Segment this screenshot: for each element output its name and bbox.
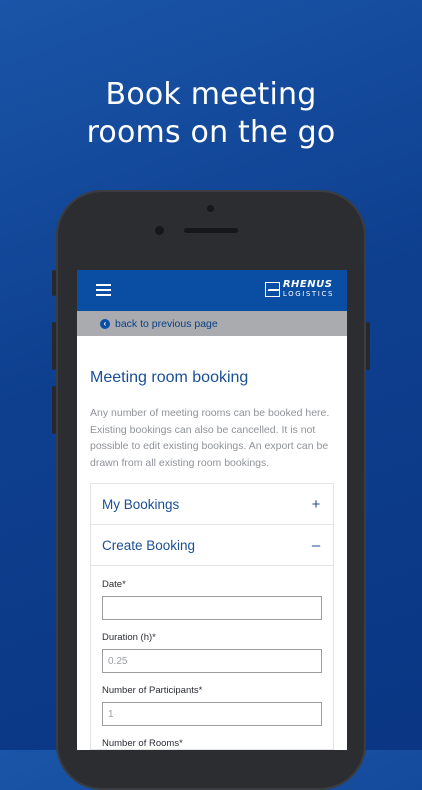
- date-label: Date*: [102, 579, 126, 590]
- accordion-label: My Bookings: [102, 496, 180, 512]
- rooms-label: Number of Rooms*: [102, 738, 183, 749]
- hamburger-icon[interactable]: [96, 284, 111, 296]
- page-title: Meeting room booking: [90, 369, 249, 386]
- booking-accordion: My Bookings + Create Booking – Date* Dur…: [90, 483, 334, 750]
- accordion-label: Create Booking: [102, 537, 196, 553]
- logo-mark-icon: [264, 281, 280, 297]
- duration-field[interactable]: 0.25: [102, 649, 322, 673]
- app-header: RHENUS LOGISTICS: [77, 270, 347, 311]
- rhenus-logo: RHENUS LOGISTICS: [264, 278, 334, 299]
- phone-volume-up: [52, 322, 56, 370]
- app-screen: RHENUS LOGISTICS ‹ back to previous page…: [77, 270, 347, 750]
- phone-volume-down: [52, 386, 56, 434]
- headline-line-2: rooms on the go: [86, 115, 336, 150]
- minus-icon[interactable]: –: [310, 537, 322, 554]
- back-bar: ‹ back to previous page: [77, 311, 347, 336]
- intro-text: Any number of meeting rooms can be booke…: [90, 407, 330, 469]
- camera-dot: [207, 205, 214, 212]
- participants-label: Number of Participants*: [102, 685, 203, 696]
- plus-icon[interactable]: +: [310, 496, 322, 513]
- logo-line-2: LOGISTICS: [282, 289, 334, 298]
- main-content: Meeting room booking Any number of meeti…: [77, 369, 347, 750]
- headline: Book meeting rooms on the go: [0, 76, 422, 152]
- back-link[interactable]: back to previous page: [115, 318, 218, 330]
- phone-mute-switch: [52, 270, 56, 296]
- accordion-my-bookings[interactable]: My Bookings +: [91, 484, 333, 525]
- speaker-grille: [184, 228, 238, 233]
- logo-line-1: RHENUS: [282, 278, 333, 290]
- chevron-left-circle-icon[interactable]: ‹: [100, 318, 110, 329]
- create-booking-form: Date* Duration (h)* 0.25 Number of Parti…: [91, 579, 333, 749]
- duration-label: Duration (h)*: [102, 632, 156, 643]
- participants-field[interactable]: 1: [102, 702, 322, 726]
- date-field[interactable]: [102, 596, 322, 620]
- phone-power-button: [366, 322, 370, 370]
- headline-line-1: Book meeting: [105, 77, 317, 112]
- accordion-create-booking[interactable]: Create Booking –: [91, 525, 333, 566]
- front-camera: [155, 226, 164, 235]
